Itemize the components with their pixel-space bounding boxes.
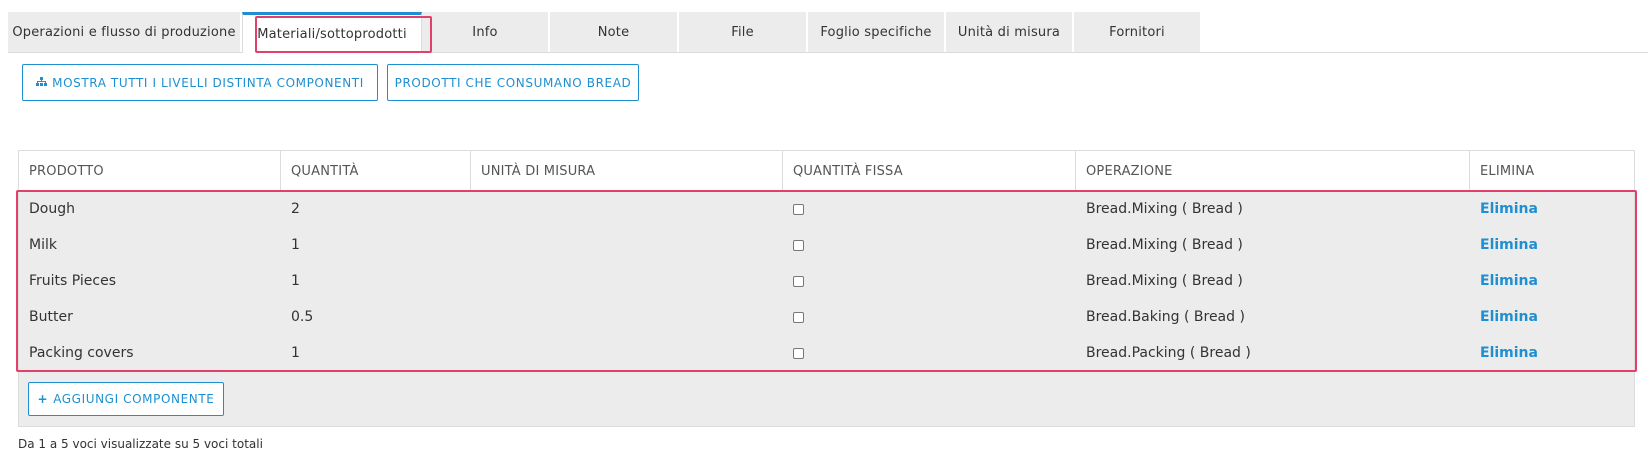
- fixed-qty-checkbox[interactable]: [793, 239, 804, 251]
- table-row: Packing covers 1 Bread.Packing ( Bread )…: [19, 335, 1634, 371]
- delete-cell: Elimina: [1470, 191, 1538, 227]
- operation-cell: Bread.Mixing ( Bread ): [1086, 273, 1243, 289]
- uom-cell: [471, 299, 481, 335]
- fixed-qty-cell: [783, 227, 804, 263]
- operation-cell: Bread.Baking ( Bread ): [1086, 309, 1245, 325]
- fixed-qty-checkbox[interactable]: [793, 203, 804, 215]
- operation-cell: Bread.Packing ( Bread ): [1086, 345, 1251, 361]
- column-header-uom[interactable]: UNITÀ DI MISURA: [471, 151, 783, 191]
- uom-cell: [471, 263, 481, 299]
- fixed-qty-checkbox[interactable]: [793, 311, 804, 323]
- delete-cell: Elimina: [1470, 335, 1538, 371]
- button-label: MOSTRA TUTTI I LIVELLI DISTINTA COMPONEN…: [52, 75, 364, 90]
- fixed-qty-cell: [783, 263, 804, 299]
- delete-cell: Elimina: [1470, 299, 1538, 335]
- table-row: Dough 2 Bread.Mixing ( Bread ) Elimina: [19, 191, 1634, 227]
- delete-link[interactable]: Elimina: [1480, 201, 1538, 217]
- product-cell: Packing covers: [29, 345, 134, 361]
- product-cell: Dough: [29, 201, 75, 217]
- tab-notes[interactable]: Note: [550, 12, 679, 52]
- button-label: PRODOTTI CHE CONSUMANO BREAD: [394, 75, 632, 90]
- quantity-cell: 1: [291, 237, 300, 253]
- column-header-delete: ELIMINA: [1480, 163, 1535, 179]
- operation-cell: Bread.Mixing ( Bread ): [1086, 201, 1243, 217]
- delete-cell: Elimina: [1470, 263, 1538, 299]
- tab-label: Operazioni e flusso di produzione: [12, 24, 236, 40]
- table-row: Milk 1 Bread.Mixing ( Bread ) Elimina: [19, 227, 1634, 263]
- tab-suppliers[interactable]: Fornitori: [1074, 12, 1202, 52]
- tab-bar: Operazioni e flusso di produzione Materi…: [8, 12, 1202, 53]
- quantity-cell: 1: [291, 273, 300, 289]
- product-cell: Milk: [29, 237, 57, 253]
- fixed-qty-cell: [783, 335, 804, 371]
- delete-link[interactable]: Elimina: [1480, 345, 1538, 361]
- components-table: PRODOTTO QUANTITÀ UNITÀ DI MISURA QUANTI…: [18, 150, 1635, 427]
- add-component-button[interactable]: + AGGIUNGI COMPONENTE: [28, 382, 224, 416]
- delete-cell: Elimina: [1470, 227, 1538, 263]
- tab-label: Note: [597, 24, 630, 40]
- product-cell: Butter: [29, 309, 73, 325]
- fixed-qty-checkbox[interactable]: [793, 275, 804, 287]
- quantity-cell: 2: [291, 201, 300, 217]
- delete-link[interactable]: Elimina: [1480, 273, 1538, 289]
- tab-info[interactable]: Info: [422, 12, 550, 52]
- uom-cell: [471, 191, 481, 227]
- tab-label: Fornitori: [1109, 24, 1165, 40]
- product-cell: Fruits Pieces: [29, 273, 117, 289]
- table-row: Butter 0.5 Bread.Baking ( Bread ) Elimin…: [19, 299, 1634, 335]
- tab-files[interactable]: File: [679, 12, 808, 52]
- fixed-qty-checkbox[interactable]: [793, 347, 804, 359]
- tab-spec-sheet[interactable]: Foglio specifiche: [808, 12, 946, 52]
- uom-cell: [471, 227, 481, 263]
- table-row: Fruits Pieces 1 Bread.Mixing ( Bread ) E…: [19, 263, 1634, 299]
- delete-link[interactable]: Elimina: [1480, 309, 1538, 325]
- uom-cell: [471, 335, 481, 371]
- column-header-product[interactable]: PRODOTTO: [19, 151, 281, 191]
- column-header-quantity[interactable]: QUANTITÀ: [281, 151, 471, 191]
- button-label: AGGIUNGI COMPONENTE: [53, 392, 215, 406]
- tab-units[interactable]: Unità di misura: [946, 12, 1074, 52]
- table-header: PRODOTTO QUANTITÀ UNITÀ DI MISURA QUANTI…: [19, 151, 1634, 191]
- show-all-bom-levels-button[interactable]: MOSTRA TUTTI I LIVELLI DISTINTA COMPONEN…: [22, 64, 378, 101]
- column-header-fixed-qty[interactable]: QUANTITÀ FISSA: [783, 151, 1076, 191]
- fixed-qty-cell: [783, 299, 804, 335]
- tab-operations[interactable]: Operazioni e flusso di produzione: [8, 12, 242, 52]
- quantity-cell: 1: [291, 345, 300, 361]
- sitemap-icon: [36, 76, 48, 90]
- tab-label: File: [731, 24, 754, 40]
- plus-icon: +: [37, 392, 49, 406]
- products-consuming-button[interactable]: PRODOTTI CHE CONSUMANO BREAD: [387, 64, 639, 101]
- operation-cell: Bread.Mixing ( Bread ): [1086, 237, 1243, 253]
- tab-materials[interactable]: Materiali/sottoprodotti: [242, 12, 422, 53]
- tab-label: Materiali/sottoprodotti: [257, 26, 407, 42]
- pagination-summary: Da 1 a 5 voci visualizzate su 5 voci tot…: [18, 437, 263, 451]
- column-header-operation[interactable]: OPERAZIONE: [1076, 151, 1470, 191]
- fixed-qty-cell: [783, 191, 804, 227]
- delete-link[interactable]: Elimina: [1480, 237, 1538, 253]
- quantity-cell: 0.5: [291, 309, 314, 325]
- tab-label: Foglio specifiche: [820, 24, 932, 40]
- tab-label: Unità di misura: [957, 24, 1061, 40]
- tab-label: Info: [472, 24, 498, 40]
